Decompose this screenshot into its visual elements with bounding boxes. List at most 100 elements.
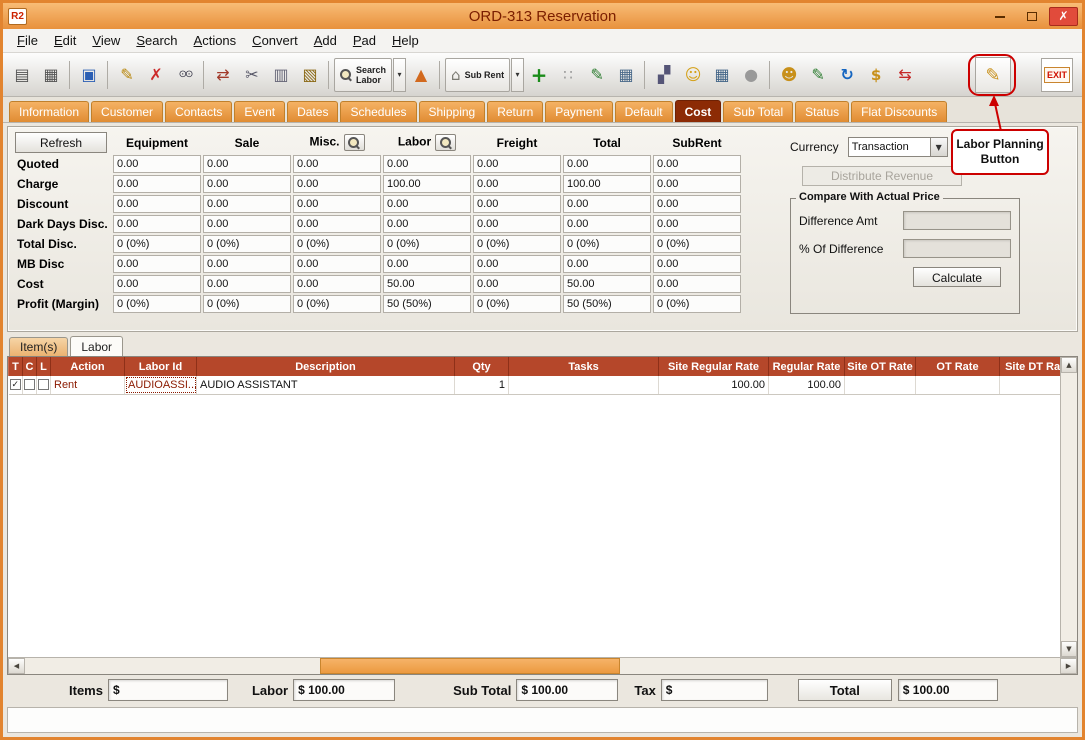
- cost-row-quoted: Quoted0.000.000.000.000.000.000.00: [15, 155, 741, 173]
- horizontal-scroll-thumb[interactable]: [320, 658, 620, 674]
- maximize-button[interactable]: [1017, 7, 1046, 26]
- chevron-down-icon[interactable]: [930, 138, 947, 156]
- edit-button[interactable]: ✎: [113, 58, 141, 92]
- labor-id-cell[interactable]: AUDIOASSI...: [125, 376, 197, 394]
- tab-payment[interactable]: Payment: [545, 101, 612, 122]
- paste-button[interactable]: ▧: [296, 58, 324, 92]
- menu-item-help[interactable]: Help: [384, 30, 427, 51]
- tab-event[interactable]: Event: [234, 101, 285, 122]
- refresh-button[interactable]: Refresh: [15, 132, 107, 153]
- search-labor-button[interactable]: Search Labor: [334, 58, 392, 92]
- total-label: Total: [830, 683, 860, 698]
- currency-refresh-button[interactable]: ↻: [833, 58, 861, 92]
- chart-button[interactable]: ▲: [407, 58, 435, 92]
- exit-button[interactable]: EXIT: [1041, 58, 1073, 92]
- regular-rate-cell[interactable]: 100.00: [769, 376, 845, 394]
- tab-items[interactable]: Item(s): [9, 337, 68, 356]
- cost-cell: 0 (0%): [473, 295, 561, 313]
- menu-item-convert[interactable]: Convert: [244, 30, 306, 51]
- misc-search-button[interactable]: [344, 134, 365, 151]
- search-labor-dropdown-button[interactable]: [393, 58, 406, 92]
- money-button[interactable]: $: [862, 58, 890, 92]
- tab-shipping[interactable]: Shipping: [419, 101, 486, 122]
- close-button[interactable]: [1049, 7, 1078, 26]
- scroll-down-button[interactable]: [1061, 641, 1077, 657]
- tab-default[interactable]: Default: [615, 101, 673, 122]
- building-exchange-button[interactable]: ⇆: [891, 58, 919, 92]
- sub-rent-button[interactable]: ⌂ Sub Rent: [445, 58, 510, 92]
- labor-grid-row[interactable]: ✓ Rent AUDIOASSI... AUDIO ASSISTANT 1 10…: [9, 376, 1076, 394]
- new-document-button[interactable]: ▤: [8, 58, 36, 92]
- smiley-button[interactable]: ☺: [679, 58, 707, 92]
- tab-return[interactable]: Return: [487, 101, 543, 122]
- menu-item-edit[interactable]: Edit: [46, 30, 84, 51]
- cost-cell: 0.00: [293, 155, 381, 173]
- cut-button[interactable]: ✂: [238, 58, 266, 92]
- org-chart-button[interactable]: ▞: [650, 58, 678, 92]
- note-edit-button[interactable]: ✎: [583, 58, 611, 92]
- options-button[interactable]: ∷: [554, 58, 582, 92]
- calendar-icon: ▦: [715, 65, 730, 84]
- site-ot-rate-cell[interactable]: [845, 376, 916, 394]
- tasks-cell[interactable]: [509, 376, 659, 394]
- minimize-button[interactable]: [985, 7, 1014, 26]
- tab-status[interactable]: Status: [795, 101, 849, 122]
- scroll-right-button[interactable]: [1060, 658, 1077, 674]
- qty-cell[interactable]: 1: [455, 376, 509, 394]
- c-checkbox[interactable]: [24, 379, 35, 390]
- tab-schedules[interactable]: Schedules: [340, 101, 416, 122]
- find-button[interactable]: ⊙⊙: [171, 58, 199, 92]
- tab-flat-discounts[interactable]: Flat Discounts: [851, 101, 947, 122]
- cost-cell: 0.00: [113, 195, 201, 213]
- tab-cost[interactable]: Cost: [675, 100, 722, 122]
- description-cell[interactable]: AUDIO ASSISTANT: [197, 376, 455, 394]
- scroll-left-button[interactable]: [8, 658, 25, 674]
- convert-document-button[interactable]: ⇄: [209, 58, 237, 92]
- labor-search-button[interactable]: [435, 134, 456, 151]
- tab-sub-total[interactable]: Sub Total: [723, 101, 793, 122]
- note-edit-icon: ✎: [590, 65, 603, 84]
- sphere-button[interactable]: ●: [737, 58, 765, 92]
- main-tab-strip: Information Customer Contacts Event Date…: [3, 97, 1082, 123]
- print-button[interactable]: ▦: [37, 58, 65, 92]
- search-magnifier-icon: [348, 137, 360, 149]
- save-icon: ▣: [81, 65, 96, 84]
- labor-planning-button[interactable]: ✎: [975, 57, 1011, 93]
- horizontal-scrollbar[interactable]: [8, 657, 1077, 674]
- title-bar: R2 ORD-313 Reservation: [3, 3, 1082, 29]
- schedule-edit-button[interactable]: ▦: [612, 58, 640, 92]
- menu-item-file[interactable]: File: [9, 30, 46, 51]
- app-icon[interactable]: R2: [8, 8, 27, 25]
- menu-item-pad[interactable]: Pad: [345, 30, 384, 51]
- calculate-button[interactable]: Calculate: [913, 267, 1001, 287]
- cost-cell: 0.00: [203, 175, 291, 193]
- copy-button[interactable]: ▥: [267, 58, 295, 92]
- menu-item-actions[interactable]: Actions: [186, 30, 245, 51]
- tab-dates[interactable]: Dates: [287, 101, 338, 122]
- ot-rate-cell[interactable]: [916, 376, 1000, 394]
- tab-contacts[interactable]: Contacts: [165, 101, 232, 122]
- menu-item-add[interactable]: Add: [306, 30, 345, 51]
- calendar-button[interactable]: ▦: [708, 58, 736, 92]
- add-button[interactable]: +: [525, 58, 553, 92]
- vertical-scroll-track[interactable]: [1061, 373, 1077, 641]
- tab-customer[interactable]: Customer: [91, 101, 163, 122]
- horizontal-scroll-track[interactable]: [25, 658, 1060, 674]
- l-checkbox[interactable]: [38, 379, 49, 390]
- site-regular-rate-cell[interactable]: 100.00: [659, 376, 769, 394]
- vertical-scrollbar[interactable]: [1060, 357, 1077, 657]
- menu-item-view[interactable]: View: [84, 30, 128, 51]
- tab-information[interactable]: Information: [9, 101, 89, 122]
- delete-button[interactable]: ✗: [142, 58, 170, 92]
- action-cell[interactable]: Rent: [51, 376, 125, 394]
- save-button[interactable]: ▣: [75, 58, 103, 92]
- menu-item-search[interactable]: Search: [128, 30, 185, 51]
- user-money-button[interactable]: ☻: [775, 58, 803, 92]
- tab-labor[interactable]: Labor: [70, 336, 123, 356]
- currency-combo[interactable]: Transaction: [848, 137, 948, 157]
- cost-cell: 0.00: [293, 275, 381, 293]
- t-checkbox[interactable]: ✓: [10, 379, 21, 390]
- document-edit-button[interactable]: ✎: [804, 58, 832, 92]
- sub-rent-dropdown-button[interactable]: [511, 58, 524, 92]
- scroll-up-button[interactable]: [1061, 357, 1077, 373]
